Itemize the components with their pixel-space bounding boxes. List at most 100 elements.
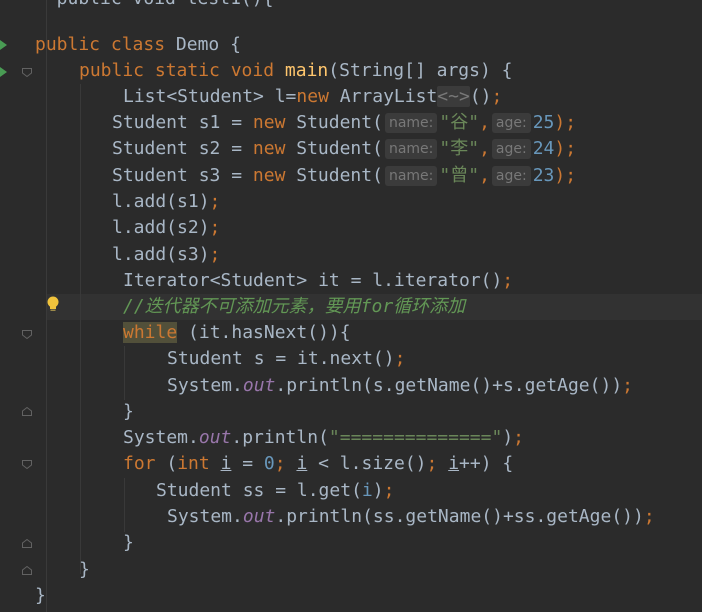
code-token: } [123, 532, 134, 553]
code-token: ; [643, 506, 655, 527]
code-token: .println( [231, 427, 329, 448]
code-token: } [79, 559, 90, 580]
code-token: ; [491, 86, 503, 107]
code-token: ); [554, 138, 577, 159]
code-token: i [448, 453, 460, 474]
code-token: = [231, 453, 264, 474]
code-token: out [242, 506, 276, 527]
code-token: .println(ss.getName()+ss.getAge()) [275, 506, 644, 527]
code-token: main [284, 60, 329, 81]
code-token: ; [426, 453, 449, 474]
code-token: l.add(s3) [112, 244, 210, 265]
code-token: public [79, 60, 155, 81]
code-token: ); [554, 112, 577, 133]
code-token: } [123, 401, 134, 422]
code-token: (it.hasNext()){ [177, 322, 351, 343]
code-token: ) [372, 480, 384, 501]
code-token: ; [513, 427, 524, 448]
code-token: Student s2 = [112, 138, 253, 159]
code-token: () [469, 86, 492, 107]
code-line[interactable]: } [35, 583, 46, 609]
code-token: ArrayList [339, 86, 438, 107]
code-token: Student( [296, 138, 383, 159]
code-token: List<Student> l= [123, 86, 297, 107]
code-token: Student s3 = [112, 165, 253, 186]
code-token: System. [123, 427, 199, 448]
code-line[interactable]: System.out.println("=============="); [123, 425, 524, 451]
code-token: void [230, 60, 285, 81]
code-line[interactable]: //迭代器不可添加元素，要用for循环添加 [123, 294, 465, 320]
code-line[interactable]: l.add(s3); [112, 242, 220, 268]
code-line[interactable]: public class Demo { [35, 32, 241, 58]
code-token: } [35, 585, 46, 606]
parameter-hint: age: [491, 166, 531, 186]
code-line[interactable]: System.out.println(ss.getName()+ss.getAg… [167, 504, 655, 530]
code-token: Student( [296, 165, 383, 186]
code-line[interactable]: Student s = it.next(); [167, 346, 405, 372]
code-token: i [220, 453, 232, 474]
parameter-hint: name: [384, 166, 438, 186]
code-token: "谷" [439, 112, 480, 133]
code-token: new [252, 112, 297, 133]
code-token: ; [209, 191, 221, 212]
code-line[interactable]: for (int i = 0; i < l.size(); i++) { [123, 451, 513, 477]
code-token: System. [167, 375, 243, 396]
code-line[interactable]: public static void main(String[] args) { [79, 58, 513, 84]
code-token: int [177, 453, 221, 474]
code-token: for [123, 453, 167, 474]
code-token: public void test1(){ [35, 0, 274, 9]
code-token: i [296, 453, 308, 474]
code-token: <~> [437, 86, 470, 107]
code-token: Iterator<Student> it = l.iterator() [123, 270, 503, 291]
code-token: public [35, 34, 111, 55]
code-token: ); [554, 165, 577, 186]
code-token: ; [209, 217, 221, 238]
code-line[interactable]: List<Student> l=new ArrayList<~>(); [123, 84, 502, 110]
code-token: ; [209, 244, 221, 265]
code-token: new [252, 165, 297, 186]
code-line[interactable]: Student s1 = new Student(name: "谷", age: 25… [112, 110, 576, 136]
code-token: Student s1 = [112, 112, 253, 133]
code-token: Student ss = l.get( [156, 480, 362, 501]
code-token: , [479, 112, 490, 133]
code-token: new [296, 86, 340, 107]
code-line[interactable]: public void test1(){ [35, 0, 274, 12]
code-token: (String[] args) { [328, 60, 513, 81]
code-token: ; [394, 348, 406, 369]
code-token: i [361, 480, 373, 501]
code-line[interactable]: Student s3 = new Student(name: "曾", age: 23… [112, 163, 576, 189]
code-token: Student s = it.next() [167, 348, 395, 369]
code-token: ; [622, 375, 633, 396]
code-token: new [252, 138, 297, 159]
code-token: l.add(s1) [112, 191, 210, 212]
code-token: 23 [532, 165, 555, 186]
code-editor[interactable]: public void test1(){ public class Demo {p… [0, 0, 702, 612]
code-line[interactable]: } [123, 399, 134, 425]
code-token: ++) { [459, 453, 514, 474]
code-token: 24 [532, 138, 555, 159]
code-line[interactable]: Iterator<Student> it = l.iterator(); [123, 268, 513, 294]
code-line[interactable]: } [123, 530, 134, 556]
code-token: ( [166, 453, 178, 474]
code-token: while [123, 322, 178, 343]
code-token: out [242, 375, 276, 396]
code-line[interactable]: l.add(s1); [112, 189, 220, 215]
code-token: "李" [439, 138, 480, 159]
code-line[interactable]: Student s2 = new Student(name: "李", age: 24… [112, 136, 576, 162]
code-token: "曾" [439, 165, 480, 186]
code-line[interactable]: Student ss = l.get(i); [156, 478, 394, 504]
code-line[interactable]: while (it.hasNext()){ [123, 320, 351, 346]
code-token: ; [274, 453, 297, 474]
code-line[interactable]: } [79, 557, 90, 583]
code-token: System. [167, 506, 243, 527]
code-token: out [198, 427, 232, 448]
code-token: ; [502, 270, 514, 291]
code-token: .println(s.getName()+s.getAge()) [275, 375, 623, 396]
code-line[interactable]: l.add(s2); [112, 215, 220, 241]
code-token: 0 [263, 453, 275, 474]
code-line[interactable]: System.out.println(s.getName()+s.getAge(… [167, 373, 633, 399]
code-token: Student( [296, 112, 383, 133]
code-token: ) [502, 427, 514, 448]
code-token: l.add(s2) [112, 217, 210, 238]
code-token: , [479, 165, 490, 186]
